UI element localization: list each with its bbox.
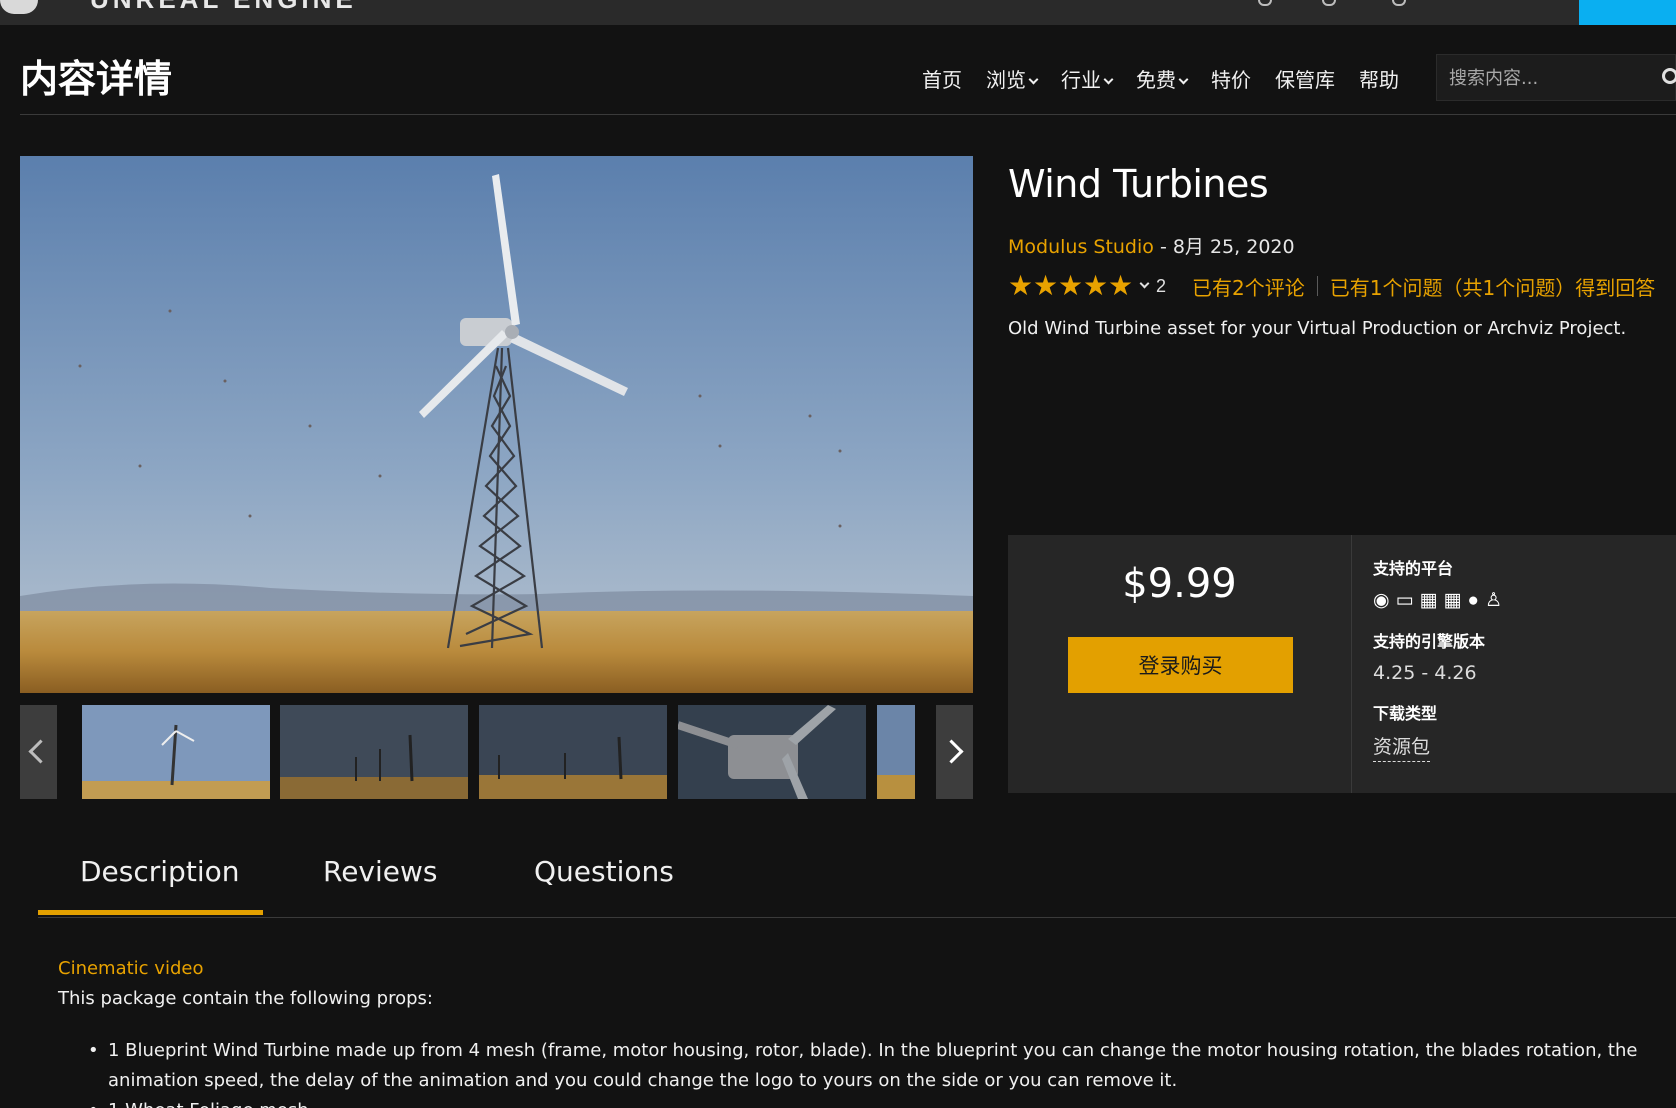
gallery-main-image[interactable] xyxy=(20,156,973,693)
globe-icon[interactable] xyxy=(1322,0,1336,6)
search-input[interactable] xyxy=(1449,65,1639,91)
gallery-next-button[interactable] xyxy=(936,705,973,799)
search-icon[interactable] xyxy=(1662,68,1676,84)
eye-icon: ◉ xyxy=(1373,590,1390,611)
download-type-label: 下载类型 xyxy=(1373,704,1438,723)
gallery-thumbnail[interactable] xyxy=(280,705,468,799)
questions-link[interactable]: 已有1个问题（共1个问题）得到回答 xyxy=(1330,272,1655,301)
active-tab-indicator xyxy=(38,910,263,915)
rating-row: ★ ★ ★ ★ ★ 2 已有2个评论 已有1个问题（共1个问题）得到回答 xyxy=(1008,270,1655,301)
laptop-icon: ▭ xyxy=(1395,590,1414,611)
star-icon: ★ xyxy=(1108,270,1134,301)
tab-reviews[interactable]: Reviews xyxy=(323,855,438,888)
star-rating[interactable]: ★ ★ ★ ★ ★ xyxy=(1008,270,1134,301)
header-divider xyxy=(20,114,1676,115)
apple-icon: ● xyxy=(1467,590,1479,611)
gallery-thumbnail[interactable] xyxy=(678,705,866,799)
unreal-engine-wordmark[interactable]: UNREAL ENGINE xyxy=(90,0,357,15)
engine-versions: 4.25 - 4.26 xyxy=(1373,662,1477,684)
epic-games-logo[interactable] xyxy=(0,0,38,14)
platforms-label: 支持的平台 xyxy=(1373,559,1454,578)
page-title: 内容详情 xyxy=(20,57,173,101)
release-date: 8月 25, 2020 xyxy=(1172,236,1295,258)
engine-versions-label: 支持的引擎版本 xyxy=(1373,632,1486,651)
panel-divider xyxy=(1351,535,1352,793)
list-item: 1 Wheat Foliage mesh xyxy=(88,1096,1668,1108)
main-nav: 首页 浏览 行业 免费 特价 保管库 帮助 xyxy=(922,64,1423,93)
list-item: 1 Blueprint Wind Turbine made up from 4 … xyxy=(88,1036,1668,1096)
windows-icon: ▦ xyxy=(1443,590,1462,611)
nav-item-industries[interactable]: 行业 xyxy=(1061,64,1114,93)
tabs-divider xyxy=(38,917,1676,918)
wind-turbine-image xyxy=(20,156,973,693)
nav-item-help[interactable]: 帮助 xyxy=(1359,64,1399,93)
chevron-down-icon xyxy=(1028,74,1039,85)
star-icon: ★ xyxy=(1033,270,1059,301)
sign-in-to-buy-button[interactable]: 登录购买 xyxy=(1068,637,1293,693)
price: $9.99 xyxy=(1122,561,1237,607)
cinematic-video-link[interactable]: Cinematic video xyxy=(58,958,203,979)
chevron-down-icon xyxy=(1178,74,1189,85)
search-box xyxy=(1436,54,1676,101)
product-byline: Modulus Studio - 8月 25, 2020 xyxy=(1008,232,1295,259)
windows-icon: ▦ xyxy=(1419,590,1438,611)
gallery-thumbnail[interactable] xyxy=(82,705,270,799)
chevron-down-icon xyxy=(1103,74,1114,85)
product-tagline: Old Wind Turbine asset for your Virtual … xyxy=(1008,318,1627,339)
star-icon: ★ xyxy=(1083,270,1109,301)
gallery-prev-button[interactable] xyxy=(20,705,57,799)
download-type[interactable]: 资源包 xyxy=(1373,732,1431,762)
nav-item-on-sale[interactable]: 特价 xyxy=(1211,64,1251,93)
star-icon: ★ xyxy=(1008,270,1034,301)
gallery-thumbnails xyxy=(20,705,973,799)
description-list: 1 Blueprint Wind Turbine made up from 4 … xyxy=(88,1036,1668,1108)
link-separator xyxy=(1316,276,1318,296)
star-icon: ★ xyxy=(1058,270,1084,301)
search-icon[interactable] xyxy=(1258,0,1272,6)
gallery-thumbnail[interactable] xyxy=(479,705,667,799)
nav-item-browse[interactable]: 浏览 xyxy=(986,64,1039,93)
description-intro: This package contain the following props… xyxy=(58,988,433,1009)
nav-item-free[interactable]: 免费 xyxy=(1136,64,1189,93)
download-button[interactable] xyxy=(1579,0,1676,25)
gallery-thumbnail[interactable] xyxy=(877,705,915,799)
byline-separator: - xyxy=(1153,236,1173,258)
user-icon[interactable] xyxy=(1392,0,1406,6)
chevron-down-icon[interactable] xyxy=(1139,278,1150,288)
tab-questions[interactable]: Questions xyxy=(534,855,674,888)
nav-item-vault[interactable]: 保管库 xyxy=(1275,64,1335,93)
platform-icons: ◉ ▭ ▦ ▦ ● ♙ xyxy=(1373,591,1502,611)
nav-item-home[interactable]: 首页 xyxy=(922,64,962,93)
author-link[interactable]: Modulus Studio xyxy=(1008,236,1154,258)
reviews-link[interactable]: 已有2个评论 xyxy=(1192,272,1305,301)
rating-count: 2 xyxy=(1156,275,1167,296)
tab-description[interactable]: Description xyxy=(80,855,239,888)
linux-icon: ♙ xyxy=(1484,590,1502,611)
purchase-panel: $9.99 登录购买 支持的平台 ◉ ▭ ▦ ▦ ● ♙ 支持的引擎版本 4.2… xyxy=(1008,535,1676,793)
global-top-bar: UNREAL ENGINE xyxy=(0,0,1676,25)
product-title: Wind Turbines xyxy=(1008,162,1269,206)
